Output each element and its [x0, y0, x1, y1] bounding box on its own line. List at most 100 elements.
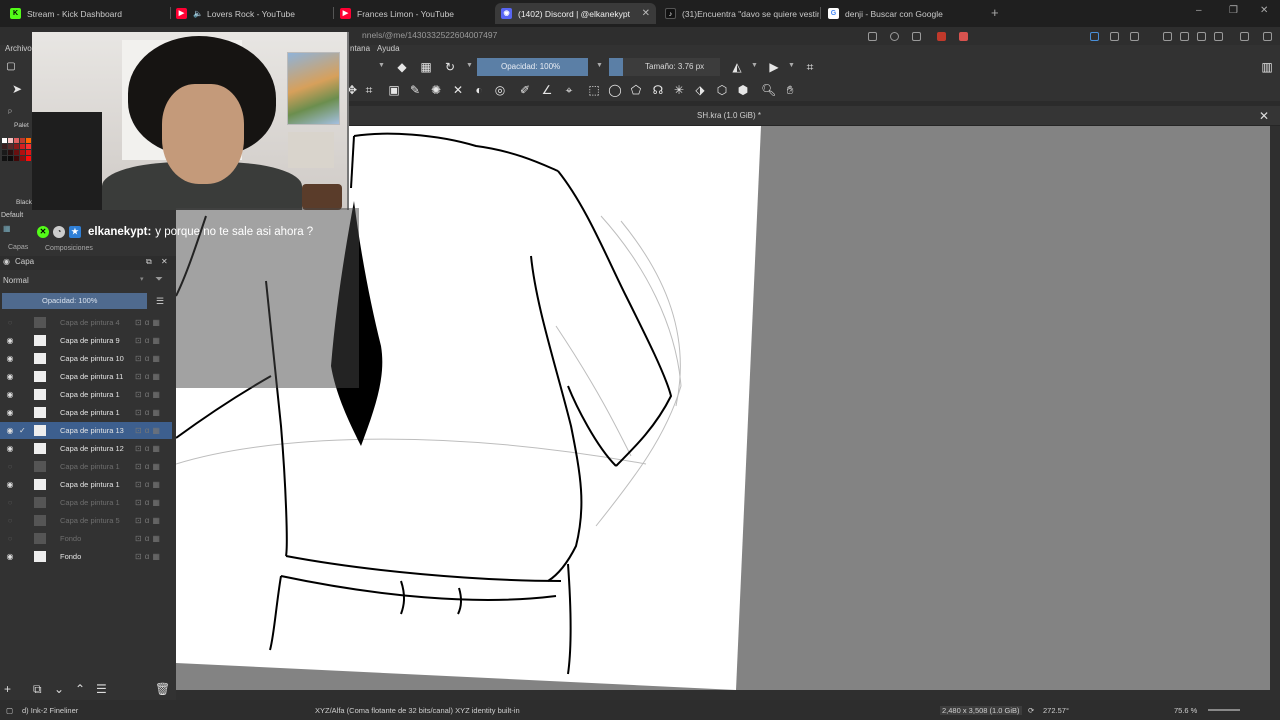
add-layer-icon[interactable]: + [4, 682, 11, 696]
layer-lock-alpha-icons[interactable]: ⊡α▦ [135, 548, 163, 565]
install-icon[interactable] [868, 32, 877, 41]
layer-row[interactable]: ○ Capa de pintura 4 ⊡α▦ [0, 314, 172, 331]
tab-discord[interactable]: ◉ (1402) Discord | @elkanekypt ✕ [495, 3, 656, 24]
rotation-value[interactable]: 272.57° [1043, 706, 1069, 715]
palette-swatch[interactable] [20, 156, 25, 161]
layer-row[interactable]: ◉ Capa de pintura 9 ⊡α▦ [0, 332, 172, 349]
palette-swatch[interactable] [8, 156, 13, 161]
downloads-icon[interactable] [1197, 32, 1206, 41]
tab-kick-dashboard[interactable]: K Stream - Kick Dashboard [4, 3, 168, 24]
palette-swatch[interactable] [26, 138, 31, 143]
layer-row[interactable]: ◉ Capa de pintura 1 ⊡α▦ [0, 404, 172, 421]
colorize-tool-icon[interactable]: ✎ [408, 83, 422, 97]
visibility-eye-icon[interactable]: ○ [5, 494, 15, 511]
chevron-down-icon[interactable]: ▼ [596, 62, 603, 69]
color-picker-icon[interactable]: ✐ [518, 83, 532, 97]
zoom-tool-icon[interactable]: 🔍︎ [761, 83, 776, 97]
visibility-eye-icon[interactable]: ◉ [5, 548, 15, 565]
ellipse-select-icon[interactable]: ◯ [608, 83, 622, 97]
visibility-eye-icon[interactable]: ◉ [5, 476, 15, 493]
palette-swatch[interactable] [14, 144, 19, 149]
float-docker-icon[interactable]: ⧉ [146, 257, 152, 267]
gradient-tool-icon[interactable]: ▣ [387, 83, 401, 97]
layer-row[interactable]: ◉ Capa de pintura 1 ⊡α▦ [0, 386, 172, 403]
visibility-eye-icon[interactable]: ○ [5, 530, 15, 547]
layer-row[interactable]: ◉ Fondo ⊡α▦ [0, 548, 172, 565]
reading-list-icon[interactable] [1180, 32, 1189, 41]
mirror-vertical-icon[interactable]: ▶ [767, 60, 781, 74]
palette-swatch[interactable] [20, 150, 25, 155]
palette-swatch[interactable] [8, 150, 13, 155]
palette-swatch[interactable] [2, 138, 7, 143]
layer-lock-alpha-icons[interactable]: ⊡α▦ [135, 494, 163, 511]
contiguous-select-icon[interactable]: ✳ [672, 83, 686, 97]
rotation-icon[interactable]: ⟳ [1028, 706, 1034, 715]
palette-swatch[interactable] [14, 156, 19, 161]
zoom-value[interactable]: 75.6 % [1174, 706, 1197, 715]
tab-composiciones[interactable]: Composiciones [45, 245, 93, 252]
layer-row[interactable]: ◉ ✓ Capa de pintura 13 ⊡α▦ [0, 422, 172, 439]
magnetic-select-icon[interactable]: ⬢ [736, 83, 750, 97]
tab-tiktok[interactable]: ♪ (31)Encuentra "davo se quiere vestir d [659, 3, 819, 24]
measure-tool-icon[interactable]: ∠ [540, 83, 554, 97]
chevron-down-icon[interactable]: ▼ [466, 62, 473, 69]
brush-preset-icon[interactable]: ▢ [6, 706, 13, 715]
palette-swatch[interactable] [14, 138, 19, 143]
layer-lock-alpha-icons[interactable]: ⊡α▦ [135, 422, 163, 439]
palette-swatch[interactable] [2, 150, 7, 155]
visibility-eye-icon[interactable]: ◉ [5, 332, 15, 349]
chevron-down-icon[interactable]: ▼ [378, 62, 385, 69]
palette-swatch[interactable] [2, 156, 7, 161]
wrap-around-icon[interactable]: ⌗ [803, 60, 817, 74]
layer-row[interactable]: ○ Fondo ⊡α▦ [0, 530, 172, 547]
chevron-down-icon[interactable]: ▼ [751, 62, 758, 69]
document-tab[interactable]: SH.kra (1.0 GiB) * [697, 111, 761, 120]
extension-icon[interactable] [937, 32, 946, 41]
visibility-eye-icon[interactable]: ○ [5, 458, 15, 475]
share-icon[interactable] [912, 32, 921, 41]
zoom-icon[interactable] [890, 32, 899, 41]
menu-ayuda[interactable]: Ayuda [377, 44, 400, 53]
palette-swatch[interactable] [14, 150, 19, 155]
layer-row[interactable]: ○ Capa de pintura 1 ⊡α▦ [0, 458, 172, 475]
extension-icon[interactable] [959, 32, 968, 41]
reload-preset-icon[interactable]: ↻ [443, 60, 457, 74]
similar-select-icon[interactable]: ⬗ [693, 83, 707, 97]
settings-icon[interactable] [1240, 32, 1249, 41]
layer-lock-alpha-icons[interactable]: ⊡α▦ [135, 530, 163, 547]
layer-row[interactable]: ◉ Capa de pintura 11 ⊡α▦ [0, 368, 172, 385]
layer-lock-alpha-icons[interactable]: ⊡α▦ [135, 512, 163, 529]
smart-patch-icon[interactable]: ✺ [429, 83, 443, 97]
layer-row[interactable]: ○ Capa de pintura 5 ⊡α▦ [0, 512, 172, 529]
visibility-eye-icon[interactable]: ◉ [5, 350, 15, 367]
layer-lock-alpha-icons[interactable]: ⊡α▦ [135, 332, 163, 349]
layer-row[interactable]: ○ Capa de pintura 1 ⊡α▦ [0, 494, 172, 511]
layer-lock-alpha-icons[interactable]: ⊡α▦ [135, 440, 163, 457]
eraser-icon[interactable]: ◆ [395, 60, 409, 74]
zoom-slider[interactable] [1208, 709, 1240, 711]
extension-icon[interactable] [1090, 32, 1099, 41]
layer-row[interactable]: ◉ Capa de pintura 10 ⊡α▦ [0, 350, 172, 367]
filter-icon[interactable]: ⏷ [155, 274, 163, 285]
layer-opacity-slider[interactable]: Opacidad: 100% [2, 293, 147, 309]
layer-lock-alpha-icons[interactable]: ⊡α▦ [135, 458, 163, 475]
menu-archivo[interactable]: Archivo [5, 44, 32, 53]
close-document-icon[interactable]: ✕ [1259, 109, 1269, 123]
delete-layer-icon[interactable]: 🗑︎ [155, 682, 170, 696]
visibility-eye-icon[interactable]: ◉ [5, 440, 15, 457]
layer-menu-icon[interactable]: ☰ [156, 296, 164, 307]
palette-swatch[interactable] [26, 144, 31, 149]
vertical-scrollbar[interactable] [1270, 126, 1280, 690]
palette-swatch[interactable] [2, 144, 7, 149]
palette-swatch[interactable] [26, 150, 31, 155]
opacity-slider[interactable]: Opacidad: 100% [477, 58, 588, 76]
profile-icon[interactable] [1214, 32, 1223, 41]
palette-swatch[interactable] [20, 144, 25, 149]
new-document-icon[interactable]: ▢ [4, 60, 18, 74]
extensions-icon[interactable] [1110, 32, 1119, 41]
menu-icon[interactable] [1263, 32, 1272, 41]
visibility-eye-icon[interactable]: ◉ [5, 386, 15, 403]
maximize-button[interactable]: ❐ [1229, 5, 1238, 16]
select-shapes-tool-icon[interactable]: ➤ [10, 82, 24, 96]
horizontal-scrollbar[interactable] [176, 690, 1280, 700]
